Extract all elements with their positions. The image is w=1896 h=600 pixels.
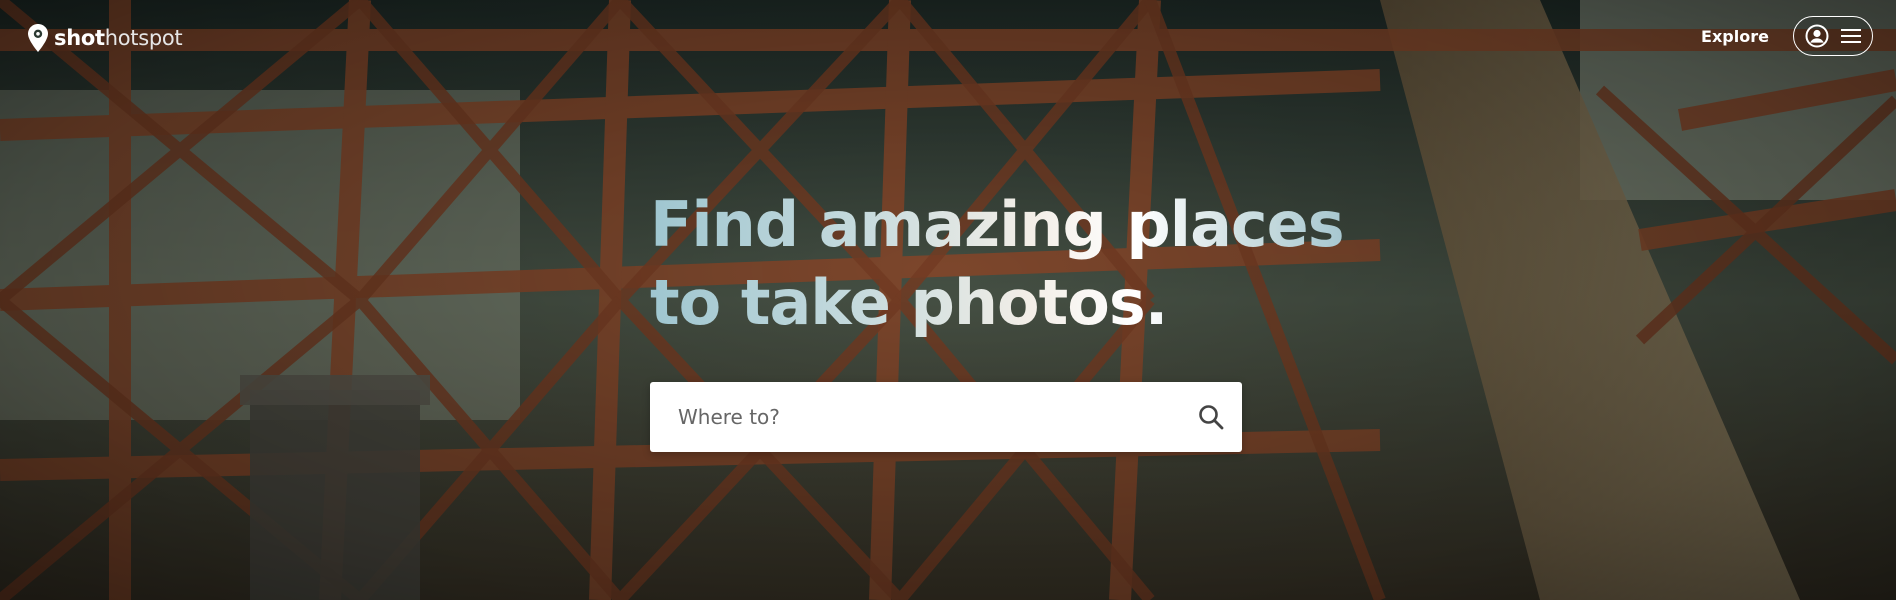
search-bar [650,382,1242,452]
brand-name: shothotspot [54,24,183,52]
search-button[interactable] [1180,382,1242,452]
account-menu-button[interactable] [1793,16,1873,56]
user-circle-icon [1805,24,1829,48]
top-nav: shothotspot Explore [0,0,1896,74]
brand-name-bold: shot [54,26,105,50]
search-input[interactable] [650,382,1170,452]
hero-section: shothotspot Explore Find amazing places … [0,0,1896,600]
explore-link[interactable]: Explore [1700,26,1770,48]
search-icon [1199,405,1224,430]
hamburger-menu-icon [1841,29,1861,43]
headline-line-1: Find amazing places [650,186,1345,264]
headline-line-2: to take photos. [650,264,1344,342]
map-pin-icon [28,24,48,52]
brand-name-light: hotspot [104,26,183,50]
brand-logo[interactable]: shothotspot [28,24,183,52]
hero-headline: Find amazing places to take photos. [650,186,1345,342]
